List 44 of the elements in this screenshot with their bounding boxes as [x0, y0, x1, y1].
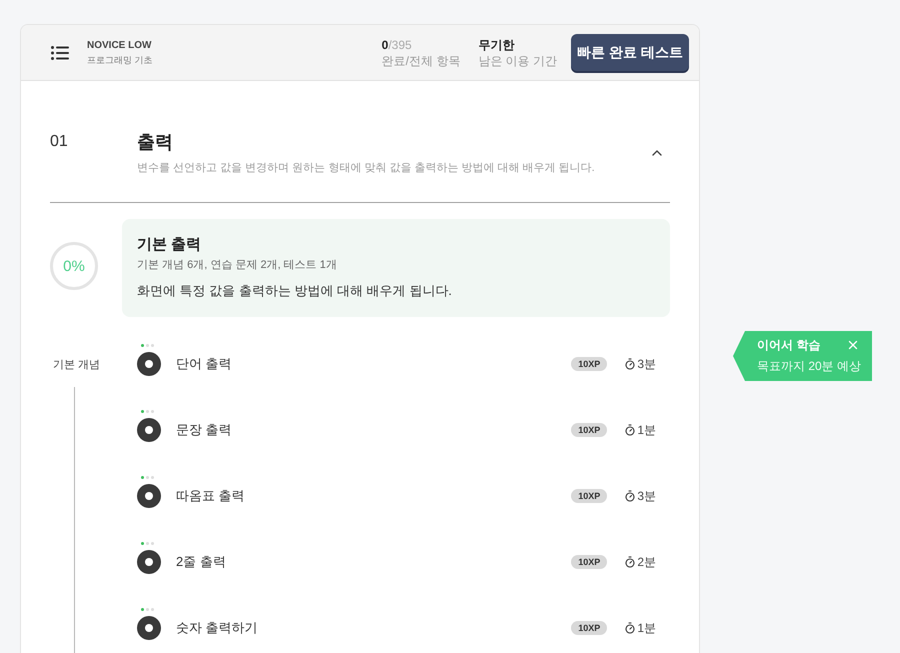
stopwatch-icon — [624, 424, 636, 436]
disc-icon — [137, 352, 161, 376]
xp-badge: 10XP — [571, 357, 608, 371]
quick-test-button[interactable]: 빠른 완료 테스트 — [571, 34, 689, 71]
section-description: 변수를 선언하고 값을 변경하며 원하는 형태에 맞춰 값을 출력하는 방법에 대해 배우게 됩니다. — [137, 161, 596, 175]
close-icon — [846, 338, 860, 352]
disc-icon — [137, 616, 161, 640]
xp-badge: 10XP — [571, 555, 608, 569]
duration-text: 2분 — [637, 554, 656, 570]
xp-badge: 10XP — [571, 621, 608, 635]
concept-title[interactable]: 문장 출력 — [176, 421, 232, 439]
lesson-title: 기본 출력 — [137, 235, 202, 255]
concept-title[interactable]: 단어 출력 — [176, 355, 232, 373]
stopwatch-icon — [624, 358, 636, 370]
progress-ring: 0% — [50, 242, 98, 290]
course-level: NOVICE LOW — [87, 40, 152, 52]
disc-icon — [137, 484, 161, 508]
concept-title[interactable]: 따옴표 출력 — [176, 487, 245, 505]
period-value: 무기한 — [478, 36, 516, 52]
stopwatch-icon — [624, 622, 636, 634]
stat-label: 남은 이용 기간 — [478, 52, 557, 68]
list-icon[interactable] — [51, 46, 69, 60]
lesson-summary: 기본 개념 6개, 연습 문제 2개, 테스트 1개 — [137, 258, 338, 273]
course-name: 프로그래밍 기초 — [87, 54, 153, 66]
section-title: 출력 — [137, 131, 174, 154]
group-label: 기본 개념 — [53, 358, 100, 372]
duration-text: 1분 — [637, 620, 656, 636]
duration-text: 3분 — [637, 356, 656, 372]
progress-count: 0/395 — [382, 36, 413, 52]
concept-title[interactable]: 숫자 출력하기 — [176, 619, 258, 637]
toast-message: 목표까지 20분 예상 — [757, 358, 860, 374]
disc-icon — [137, 418, 161, 442]
stat-label: 완료/전체 항목 — [382, 52, 460, 68]
section-number: 01 — [50, 132, 69, 152]
xp-badge: 10XP — [571, 423, 608, 437]
stopwatch-icon — [624, 490, 636, 502]
xp-badge: 10XP — [571, 489, 608, 503]
stopwatch-icon — [624, 556, 636, 568]
duration-text: 1분 — [637, 422, 656, 438]
concept-title[interactable]: 2줄 출력 — [176, 553, 226, 571]
duration-text: 3분 — [637, 488, 656, 504]
disc-icon — [137, 550, 161, 574]
lesson-description: 화면에 특정 값을 출력하는 방법에 대해 배우게 됩니다. — [137, 282, 453, 300]
toast-title: 이어서 학습 — [757, 337, 820, 353]
